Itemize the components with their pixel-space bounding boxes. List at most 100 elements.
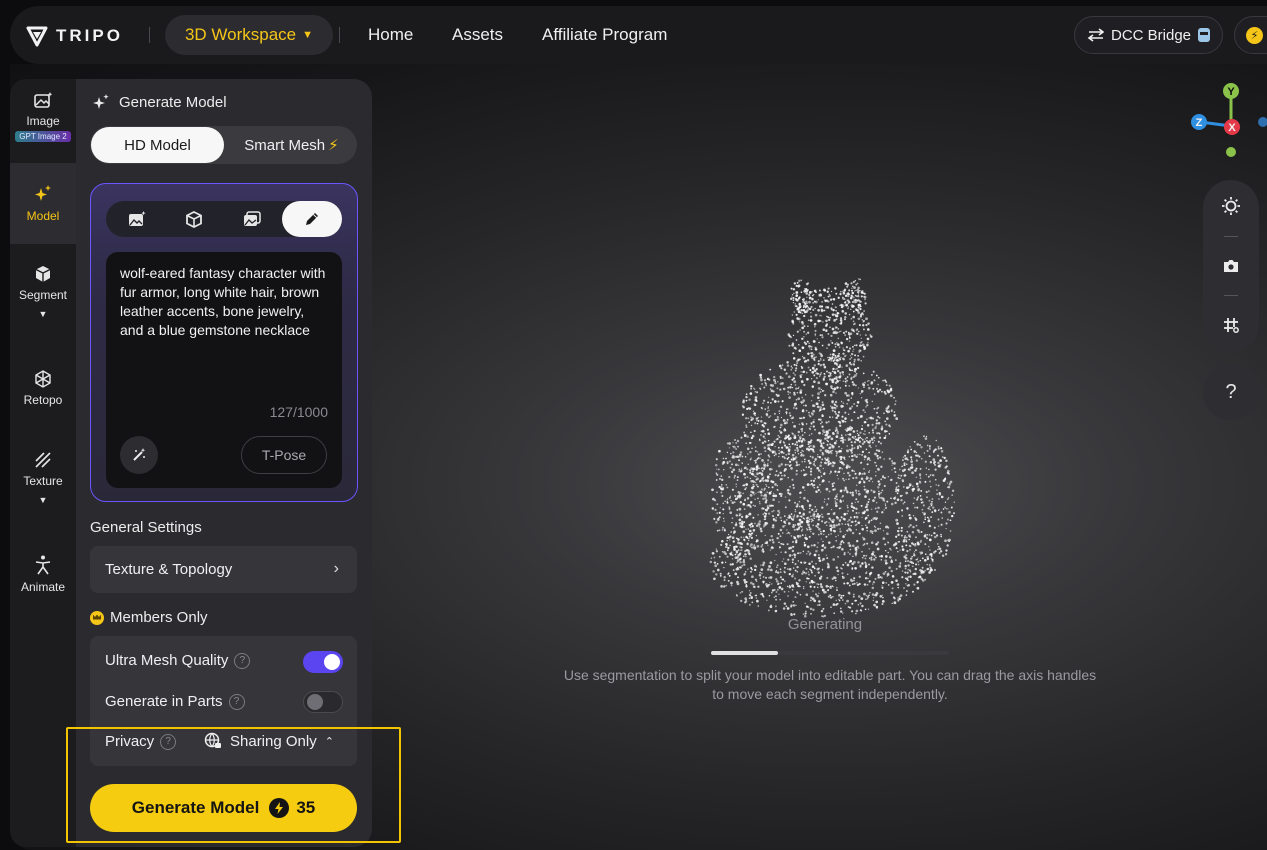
smart-mesh-label: Smart Mesh <box>244 136 326 154</box>
rail-item-model[interactable]: Model <box>10 163 76 244</box>
tripo-logo-icon <box>26 26 48 47</box>
workspace-dropdown[interactable]: 3D Workspace ▼ <box>165 15 333 55</box>
help-icon[interactable]: ? <box>228 693 245 710</box>
general-settings-heading: General Settings <box>90 519 202 536</box>
caret-down-icon: ▼ <box>302 29 314 41</box>
point-cloud-model <box>709 278 956 618</box>
model-mode-toggle: HD Model Smart Mesh ⚡ <box>90 126 357 164</box>
ultra-mesh-row: Ultra Mesh Quality ? <box>105 652 251 669</box>
generate-parts-label: Generate in Parts <box>105 693 223 710</box>
rail-item-image[interactable]: Image GPT Image 2 <box>10 91 76 163</box>
tab-3d-input[interactable] <box>166 201 222 237</box>
rail-label-retopo: Retopo <box>23 393 63 407</box>
top-bar: TRIPO 3D Workspace ▼ Home Assets Affilia… <box>10 6 1267 64</box>
rail-label-model: Model <box>26 209 60 223</box>
viewport-tools <box>1203 180 1259 352</box>
divider <box>149 27 150 43</box>
lighting-button[interactable] <box>1203 196 1259 216</box>
screenshot-button[interactable] <box>1203 258 1259 274</box>
axis-neg-z-dot[interactable] <box>1258 117 1267 127</box>
dcc-bridge-label: DCC Bridge <box>1110 26 1192 44</box>
cube-input-icon <box>186 210 202 228</box>
axis-neg-y-dot[interactable] <box>1226 147 1236 157</box>
rail-item-retopo[interactable]: Retopo <box>10 370 76 407</box>
generate-parts-row: Generate in Parts ? <box>105 693 245 710</box>
bolt-icon: ⚡ <box>328 137 339 154</box>
rail-item-texture[interactable]: Texture ▼ <box>10 451 76 505</box>
sun-icon <box>1222 197 1240 215</box>
image-sparkle-icon <box>34 92 53 108</box>
chevron-right-icon: › <box>333 560 339 577</box>
pencil-icon <box>306 213 318 225</box>
axis-z-label: Z <box>1196 117 1203 129</box>
rail-label-texture: Texture <box>23 474 63 488</box>
dcc-bridge-button[interactable]: DCC Bridge <box>1074 16 1223 54</box>
multi-image-icon <box>244 211 261 226</box>
sparkle-icon <box>35 185 51 201</box>
divider <box>1224 295 1238 296</box>
tab-multi-image-input[interactable] <box>224 201 280 237</box>
nav-home[interactable]: Home <box>368 25 413 45</box>
nav-assets[interactable]: Assets <box>452 25 503 45</box>
gpt-image-badge: GPT Image 2 <box>15 131 71 142</box>
input-type-tabs <box>106 201 342 237</box>
robot-icon <box>1198 28 1211 42</box>
workspace-label: 3D Workspace <box>184 25 297 44</box>
ultra-mesh-label: Ultra Mesh Quality <box>105 652 229 669</box>
rail-label-image: Image <box>26 114 60 128</box>
rail-item-segment[interactable]: Segment ▼ <box>10 265 76 319</box>
grid-toggle-button[interactable] <box>1203 316 1259 334</box>
tab-image-input[interactable] <box>109 201 165 237</box>
tab-text-input[interactable] <box>282 201 342 237</box>
texture-topology-label: Texture & Topology <box>105 561 233 578</box>
grid-icon <box>1224 318 1239 333</box>
help-button[interactable]: ? <box>1203 364 1259 420</box>
figure-icon <box>35 555 51 575</box>
texture-topology-row[interactable]: Texture & Topology › <box>90 546 357 593</box>
segmentation-hint: Use segmentation to split your model int… <box>563 667 1097 702</box>
prompt-card: wolf-eared fantasy character with fur ar… <box>90 183 358 502</box>
help-icon[interactable]: ? <box>234 652 251 669</box>
generating-status: Generating <box>787 616 863 633</box>
members-only-heading: Members Only <box>90 609 208 626</box>
highlight-annotation <box>66 727 401 843</box>
axis-x-label: X <box>1228 122 1236 134</box>
axis-y-label: Y <box>1227 86 1235 98</box>
texture-icon <box>35 452 51 468</box>
progress-fill <box>711 651 778 655</box>
question-icon: ? <box>1225 380 1237 403</box>
divider <box>1224 236 1238 237</box>
generate-parts-toggle[interactable] <box>303 691 343 713</box>
cube-split-icon <box>35 266 51 282</box>
divider <box>339 27 340 43</box>
panel-title: Generate Model <box>92 93 227 111</box>
t-pose-button[interactable]: T-Pose <box>241 436 327 474</box>
caret-down-icon[interactable]: ▼ <box>10 309 76 319</box>
nav-affiliate-program[interactable]: Affiliate Program <box>542 25 667 45</box>
swap-arrows-icon <box>1087 28 1105 42</box>
hd-model-tab[interactable]: HD Model <box>91 127 224 163</box>
prompt-text[interactable]: wolf-eared fantasy character with fur ar… <box>120 264 330 340</box>
rail-item-animate[interactable]: Animate <box>10 555 76 594</box>
rail-label-animate: Animate <box>20 580 66 594</box>
panel-title-text: Generate Model <box>119 93 227 111</box>
bolt-coin-icon: ⚡ <box>1246 27 1263 44</box>
members-only-label: Members Only <box>110 609 208 626</box>
image-input-icon <box>129 211 146 226</box>
credits-button[interactable]: ⚡ <box>1234 16 1267 54</box>
prompt-textarea[interactable]: wolf-eared fantasy character with fur ar… <box>106 252 342 488</box>
ultra-mesh-toggle[interactable] <box>303 651 343 673</box>
sparkle-icon <box>93 94 109 109</box>
axis-gizmo[interactable]: Y Z X <box>1180 80 1267 160</box>
enhance-prompt-button[interactable] <box>120 436 158 474</box>
camera-icon <box>1224 260 1238 272</box>
generation-progress <box>711 651 949 655</box>
mesh-icon <box>35 370 51 388</box>
logo-text: TRIPO <box>56 26 123 45</box>
smart-mesh-tab[interactable]: Smart Mesh ⚡ <box>226 126 357 164</box>
caret-down-icon[interactable]: ▼ <box>10 495 76 505</box>
rail-label-segment: Segment <box>18 288 68 302</box>
magic-wand-icon <box>133 448 146 461</box>
tripo-logo[interactable]: TRIPO <box>26 25 123 47</box>
character-counter: 127/1000 <box>269 404 328 420</box>
